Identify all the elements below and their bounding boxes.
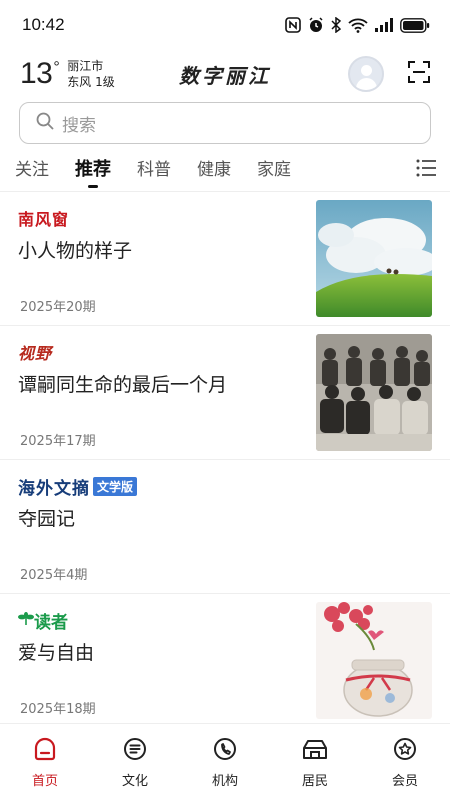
article-thumbnail [316, 602, 432, 719]
article-title: 小人物的样子 [18, 240, 133, 262]
source-logo-nanfengchuang: 南风窗 [18, 210, 70, 229]
nav-institution[interactable]: 机构 [180, 724, 270, 800]
duzhe-leaf-icon [18, 611, 34, 630]
source-logo-duzhe: 读者 [18, 608, 316, 633]
status-bar: 10:42 [0, 0, 450, 50]
list-item[interactable]: 南风窗 小人物的样子 2025年20期 [0, 192, 450, 326]
tab-recommend[interactable]: 推荐 [75, 144, 111, 192]
article-thumbnail [316, 334, 432, 451]
article-issue: 2025年4期 [20, 568, 88, 583]
residents-icon [301, 736, 329, 766]
culture-icon [122, 736, 148, 766]
signal-icon [375, 18, 393, 32]
tab-health[interactable]: 健康 [197, 144, 231, 192]
member-star-icon [392, 736, 418, 766]
search-icon [36, 112, 54, 134]
source-logo-haiwaiwenzhai: 海外文摘 文学版 [18, 474, 432, 499]
nav-label: 居民 [301, 774, 328, 789]
article-issue: 2025年18期 [20, 702, 96, 717]
bottom-navigation: 首页 文化 机构 居民 会员 [0, 723, 450, 800]
avatar[interactable] [348, 56, 384, 92]
clock: 10:42 [22, 15, 65, 34]
degree-symbol: ° [53, 59, 60, 76]
city-name: 丽江市 [67, 59, 104, 73]
article-feed: 南风窗 小人物的样子 2025年20期 视野 谭嗣同生命的最后一个月 2025年… [0, 192, 450, 728]
search-input[interactable]: 搜索 [19, 102, 431, 144]
weather-info: 丽江市 东风 1级 [67, 58, 114, 90]
battery-icon [400, 17, 430, 33]
phone-icon [212, 736, 238, 766]
status-icons [285, 17, 430, 33]
list-item[interactable]: 读者 爱与自由 2025年18期 [0, 594, 450, 728]
source-badge: 文学版 [93, 476, 138, 496]
tab-family[interactable]: 家庭 [257, 144, 291, 192]
tab-follow[interactable]: 关注 [15, 144, 49, 192]
wifi-icon [348, 17, 368, 33]
nav-home[interactable]: 首页 [0, 724, 90, 800]
bluetooth-icon [331, 17, 341, 33]
home-icon [32, 736, 58, 766]
nav-residents[interactable]: 居民 [270, 724, 360, 800]
scan-icon[interactable] [408, 61, 430, 87]
search-placeholder: 搜索 [62, 115, 96, 136]
list-item[interactable]: 视野 谭嗣同生命的最后一个月 2025年17期 [0, 326, 450, 460]
tab-list-menu-icon[interactable] [416, 159, 436, 181]
wind-info: 东风 1级 [67, 75, 115, 89]
nav-label: 会员 [391, 774, 418, 789]
category-tabs: 关注 推荐 科普 健康 家庭 [0, 144, 450, 192]
article-title: 谭嗣同生命的最后一个月 [18, 374, 228, 396]
article-issue: 2025年17期 [20, 434, 96, 449]
top-header: 13° 丽江市 东风 1级 数字丽江 [0, 50, 450, 98]
weather-widget[interactable]: 13° 丽江市 东风 1级 [20, 57, 115, 91]
alarm-icon [308, 17, 324, 33]
tab-science[interactable]: 科普 [137, 144, 171, 192]
temperature: 13° [20, 57, 60, 90]
nav-label: 机构 [211, 774, 238, 789]
article-title: 爱与自由 [18, 642, 95, 664]
article-thumbnail [316, 200, 432, 317]
article-issue: 2025年20期 [20, 300, 96, 315]
nfc-icon [285, 17, 301, 33]
nav-member[interactable]: 会员 [360, 724, 450, 800]
list-item[interactable]: 海外文摘 文学版 夺园记 2025年4期 [0, 460, 450, 594]
nav-label: 首页 [31, 774, 58, 789]
nav-label: 文化 [121, 774, 148, 789]
source-logo-shiye: 视野 [18, 344, 53, 363]
nav-culture[interactable]: 文化 [90, 724, 180, 800]
article-title: 夺园记 [18, 508, 76, 530]
